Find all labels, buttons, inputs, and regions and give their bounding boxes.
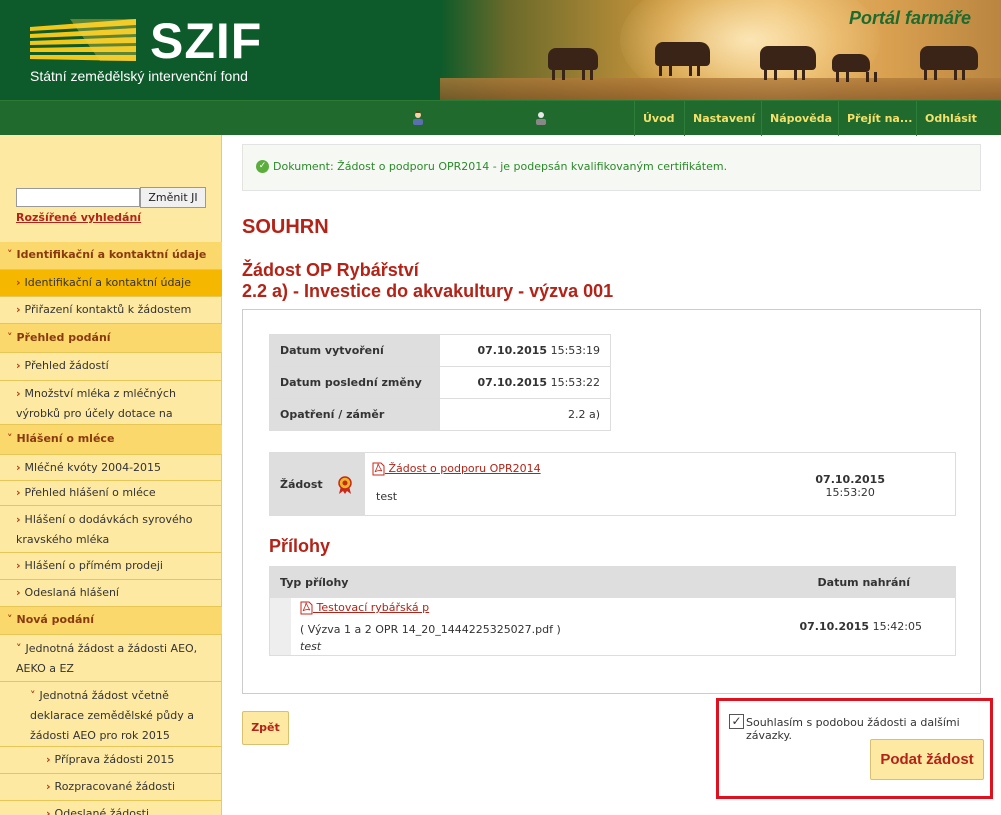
submit-application-button[interactable]: Podat žádost <box>870 739 984 780</box>
info-value: 07.10.2015 15:53:19 <box>439 334 611 367</box>
check-circle-icon: ✓ <box>256 160 269 173</box>
sidebar: Změnit JI Rozšířené vyhledání ˅ Identifik… <box>0 135 222 815</box>
notice-text: Dokument: Žádost o podporu OPR2014 - je … <box>273 160 728 173</box>
table-row: Datum vytvoření 07.10.2015 15:53:19 <box>269 334 611 367</box>
logo-subtitle: Státní zemědělský intervenční fond <box>30 68 248 84</box>
column-header-type: Typ přílohy <box>280 576 349 589</box>
document-link[interactable]: Žádost o podporu OPR2014 <box>372 462 541 476</box>
chevron-right-icon: › <box>16 303 21 316</box>
pdf-icon <box>300 601 313 615</box>
back-button[interactable]: Zpět <box>242 711 289 745</box>
attachment-link[interactable]: Testovací rybářská p <box>300 601 429 615</box>
chevron-right-icon: › <box>16 461 21 474</box>
advanced-search-link[interactable]: Rozšířené vyhledání <box>16 211 141 224</box>
nav-settings[interactable]: Nastavení <box>684 101 763 136</box>
sidebar-section[interactable]: ˅ Nová podání <box>0 607 222 635</box>
nav-home[interactable]: Úvod <box>634 101 683 136</box>
attachment-filename: ( Výzva 1 a 2 OPR 14_20_1444225325027.pd… <box>300 623 561 636</box>
attachment-note: test <box>300 640 322 653</box>
chevron-down-icon: ˅ <box>7 613 13 626</box>
chevron-down-icon: ˅ <box>30 689 36 702</box>
portal-title: Portál farmáře <box>848 8 971 28</box>
chevron-down-icon: ˅ <box>7 331 13 344</box>
chevron-right-icon: › <box>16 387 21 400</box>
consent-checkbox[interactable]: ✓ <box>729 714 744 729</box>
chevron-down-icon: ˅ <box>7 248 13 261</box>
sidebar-item[interactable]: › Příprava žádosti 2015 <box>0 747 222 774</box>
table-row: Testovací rybářská p ( Výzva 1 a 2 OPR 1… <box>270 598 955 655</box>
sidebar-item[interactable]: › Přehled žádostí <box>0 353 222 381</box>
info-value: 2.2 a) <box>439 398 611 431</box>
sidebar-item[interactable]: › Hlášení o dodávkách syrového kravského … <box>0 506 222 553</box>
sidebar-item[interactable]: › Identifikační a kontaktní údaje <box>0 270 222 297</box>
chevron-right-icon: › <box>16 276 21 289</box>
sidebar-item[interactable]: › Odeslané žádosti <box>0 801 222 815</box>
page-title: SOUHRN <box>242 216 329 238</box>
chevron-right-icon: › <box>46 807 51 815</box>
chevron-down-icon: ˅ <box>7 432 13 445</box>
change-ji-button[interactable]: Změnit JI <box>140 187 206 208</box>
sidebar-item[interactable]: › Mléčné kvóty 2004-2015 <box>0 455 222 481</box>
info-table: Datum vytvoření 07.10.2015 15:53:19 Datu… <box>269 334 611 431</box>
table-row: Datum poslední změny 07.10.2015 15:53:22 <box>269 366 611 399</box>
chevron-right-icon: › <box>16 513 21 526</box>
info-label: Datum poslední změny <box>269 366 440 399</box>
application-document: Žádost Žádost o podporu OPR2014 test 07.… <box>269 452 956 516</box>
table-row: Opatření / záměr 2.2 a) <box>269 398 611 431</box>
attachment-date: 07.10.2015 15:42:05 <box>799 620 923 633</box>
table-header: Typ přílohy Datum nahrání <box>270 567 955 598</box>
certificate-award-icon <box>338 476 352 494</box>
top-navigation: Úvod Nastavení Nápověda Přejít na... Odh… <box>0 100 1001 136</box>
pdf-icon <box>372 462 385 476</box>
document-note: test <box>376 490 398 503</box>
user-settings-icon[interactable] <box>533 110 549 126</box>
chevron-right-icon: › <box>46 780 51 793</box>
logo-text: SZIF <box>150 13 263 69</box>
info-value: 07.10.2015 15:53:22 <box>439 366 611 399</box>
chevron-right-icon: › <box>16 486 21 499</box>
search-input[interactable] <box>16 188 140 207</box>
user-icon[interactable] <box>410 110 426 126</box>
info-label: Opatření / záměr <box>269 398 440 431</box>
nav-help[interactable]: Nápověda <box>761 101 840 136</box>
summary-panel: Datum vytvoření 07.10.2015 15:53:19 Datu… <box>242 309 981 694</box>
chevron-right-icon: › <box>16 359 21 372</box>
sidebar-item[interactable]: › Přehled hlášení o mléce <box>0 481 222 506</box>
document-date: 07.10.2015 15:53:20 <box>815 473 885 499</box>
sidebar-item[interactable]: › Rozpracované žádosti <box>0 774 222 801</box>
sidebar-item[interactable]: ˅ Jednotná žádost včetně deklarace zemědě… <box>0 682 222 747</box>
site-header: SZIF Státní zemědělský intervenční fond … <box>0 0 1001 100</box>
document-label: Žádost <box>280 478 323 491</box>
application-title: Žádost OP Rybářství 2.2 a) - Investice d… <box>242 260 614 301</box>
chevron-right-icon: › <box>16 586 21 599</box>
chevron-right-icon: › <box>16 559 21 572</box>
attachments-table: Typ přílohy Datum nahrání Testovací rybá… <box>269 566 956 656</box>
chevron-right-icon: › <box>46 753 51 766</box>
sidebar-item[interactable]: › Hlášení o přímém prodeji <box>0 553 222 580</box>
attachments-title: Přílohy <box>269 536 331 556</box>
column-header-date: Datum nahrání <box>817 576 910 589</box>
nav-logout[interactable]: Odhlásit <box>916 101 985 136</box>
chevron-down-icon: ˅ <box>16 642 22 655</box>
sidebar-item[interactable]: › Množství mléka z mléčných výrobků pro ú… <box>0 381 222 440</box>
consent-highlight: ✓ Souhlasím s podobou žádosti a dalšími … <box>716 698 993 799</box>
sidebar-item[interactable]: ˅ Jednotná žádost a žádosti AEO, AEKO a E… <box>0 635 222 682</box>
szif-logo-icon <box>30 19 136 61</box>
sidebar-section[interactable]: ˅ Přehled podání <box>0 324 222 353</box>
sidebar-section[interactable]: ˅ Hlášení o mléce <box>0 425 222 455</box>
sidebar-item[interactable]: › Odeslaná hlášení <box>0 580 222 607</box>
sidebar-item[interactable]: › Přiřazení kontaktů k žádostem <box>0 297 222 324</box>
info-label: Datum vytvoření <box>269 334 440 367</box>
nav-goto[interactable]: Přejít na... <box>838 101 920 136</box>
sidebar-section[interactable]: ˅ Identifikační a kontaktní údaje <box>0 242 222 270</box>
signature-notice: ✓ Dokument: Žádost o podporu OPR2014 - j… <box>242 144 981 191</box>
